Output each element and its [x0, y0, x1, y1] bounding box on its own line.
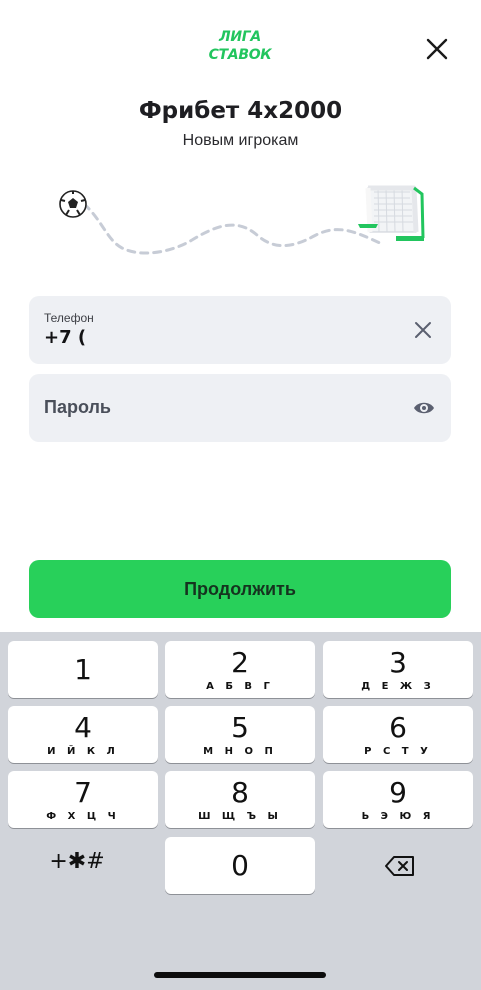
login-screen: ЛИГА СТАВОК Фрибет 4х2000 Новым игрокам … — [0, 0, 481, 990]
phone-field[interactable]: Телефон +7 ( — [29, 296, 451, 364]
numeric-keyboard: 1 2 А Б В Г 3 Д Е Ж З 4 И Й К Л 5 М Н О … — [0, 632, 481, 990]
key-9[interactable]: 9 Ь Э Ю Я — [323, 771, 473, 828]
eye-icon — [414, 402, 434, 414]
brand-logo: ЛИГА СТАВОК — [186, 26, 294, 64]
close-icon — [426, 38, 448, 60]
key-letters: И Й К Л — [47, 746, 119, 757]
key-5[interactable]: 5 М Н О П — [165, 706, 315, 763]
key-digit: 0 — [231, 849, 249, 882]
toggle-password-visibility-button[interactable] — [413, 398, 434, 418]
key-1[interactable]: 1 — [8, 641, 158, 698]
clear-icon — [415, 322, 431, 338]
soccer-ball-icon — [59, 190, 87, 218]
clear-phone-button[interactable] — [413, 320, 433, 340]
key-7[interactable]: 7 Ф Х Ц Ч — [8, 771, 158, 828]
key-letters: Ф Х Ц Ч — [46, 811, 120, 822]
key-digit: 9 — [389, 776, 407, 809]
logo-text: ЛИГА СТАВОК — [186, 26, 294, 64]
key-digit: 1 — [74, 653, 92, 686]
close-button[interactable] — [424, 36, 450, 62]
password-field[interactable]: Пароль — [29, 374, 451, 442]
ball-to-goal-illustration — [59, 185, 425, 255]
key-2[interactable]: 2 А Б В Г — [165, 641, 315, 698]
continue-button[interactable]: Продолжить — [29, 560, 451, 618]
key-digit: 4 — [74, 711, 92, 744]
key-digit: 5 — [231, 711, 249, 744]
goal-net-icon — [358, 185, 425, 241]
key-0[interactable]: 0 — [165, 837, 315, 894]
key-digit: 2 — [231, 646, 249, 679]
key-4[interactable]: 4 И Й К Л — [8, 706, 158, 763]
key-6[interactable]: 6 Р С Т У — [323, 706, 473, 763]
home-indicator[interactable] — [154, 972, 326, 978]
key-letters: Д Е Ж З — [361, 681, 435, 692]
key-symbols[interactable]: +✱# — [2, 833, 152, 890]
password-placeholder: Пароль — [44, 397, 111, 417]
key-3[interactable]: 3 Д Е Ж З — [323, 641, 473, 698]
backspace-icon — [385, 856, 414, 876]
key-digit: 6 — [389, 711, 407, 744]
phone-field-value[interactable]: +7 ( — [44, 327, 86, 348]
phone-field-label: Телефон — [44, 311, 94, 325]
page-title: Фрибет 4х2000 — [138, 98, 343, 124]
page-subtitle: Новым игрокам — [182, 132, 299, 149]
key-letters: М Н О П — [203, 746, 277, 757]
key-letters: Р С Т У — [364, 746, 432, 757]
key-digit: 8 — [231, 776, 249, 809]
key-letters: Ь Э Ю Я — [361, 811, 435, 822]
key-digit: 3 — [389, 646, 407, 679]
key-delete[interactable] — [325, 837, 475, 894]
key-8[interactable]: 8 Ш Щ Ъ Ы — [165, 771, 315, 828]
key-letters: А Б В Г — [206, 681, 274, 692]
key-digit: 7 — [74, 776, 92, 809]
key-letters: Ш Щ Ъ Ы — [198, 811, 282, 822]
